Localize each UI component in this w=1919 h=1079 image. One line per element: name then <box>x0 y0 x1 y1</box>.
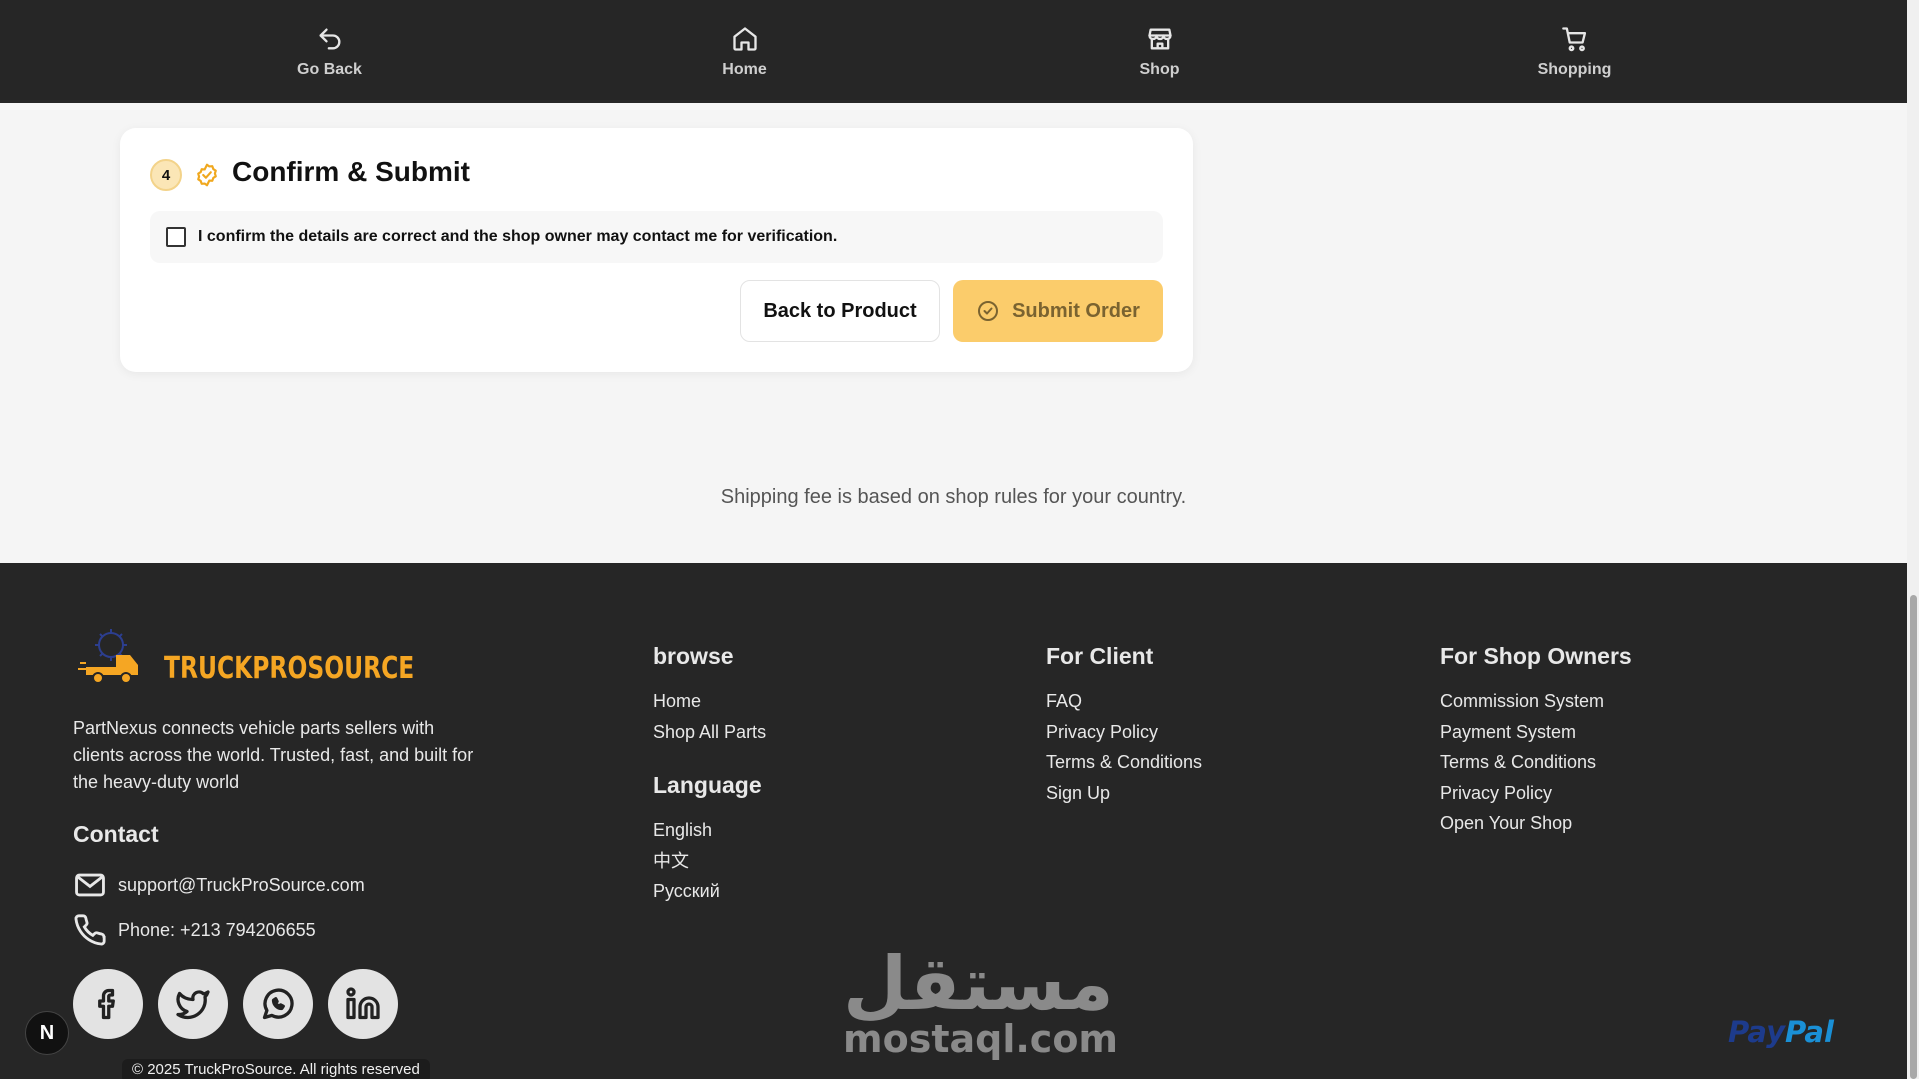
footer-link-open-shop[interactable]: Open Your Shop <box>1440 808 1604 839</box>
paypal-pal: Pal <box>1784 1015 1834 1049</box>
confirm-checkbox[interactable] <box>166 227 186 247</box>
footer-link-owner-terms[interactable]: Terms & Conditions <box>1440 747 1604 778</box>
twitter-button[interactable] <box>158 969 228 1039</box>
nav-label: Home <box>722 60 767 78</box>
dev-tools-badge[interactable]: N <box>25 1011 69 1055</box>
nav-shop[interactable]: Shop <box>952 0 1367 103</box>
whatsapp-button[interactable] <box>243 969 313 1039</box>
mail-icon <box>75 873 105 897</box>
card-title: Confirm & Submit <box>232 156 470 187</box>
language-heading: Language <box>653 772 762 798</box>
client-links: FAQ Privacy Policy Terms & Conditions Si… <box>1046 686 1202 808</box>
footer-link-shop-all-parts[interactable]: Shop All Parts <box>653 717 766 748</box>
mostaql-watermark: مستقل mostaql.com <box>843 941 1119 1061</box>
whatsapp-icon <box>262 988 294 1020</box>
language-links: English 中文 Русский <box>653 815 720 907</box>
social-links <box>73 969 398 1039</box>
watermark-arabic: مستقل <box>843 941 1114 1027</box>
owners-heading: For Shop Owners <box>1440 643 1632 669</box>
email-text: support@TruckProSource.com <box>118 874 365 895</box>
phone-text: Phone: +213 794206655 <box>118 919 316 940</box>
nav-label: Shopping <box>1537 60 1612 78</box>
paypal-logo: PayPal <box>1728 1015 1834 1049</box>
facebook-icon <box>98 988 115 1020</box>
contact-heading: Contact <box>73 821 159 847</box>
undo-arrow-icon <box>319 28 340 49</box>
browse-links: Home Shop All Parts <box>653 686 766 747</box>
linkedin-icon <box>346 987 380 1020</box>
confirm-label: I confirm the details are correct and th… <box>198 228 838 245</box>
submit-order-button[interactable]: Submit Order <box>953 280 1163 342</box>
facebook-button[interactable] <box>73 969 143 1039</box>
language-chinese[interactable]: 中文 <box>653 846 720 877</box>
home-icon <box>732 26 757 51</box>
watermark-latin: mostaql.com <box>843 1017 1119 1061</box>
confirm-row[interactable]: I confirm the details are correct and th… <box>150 211 1163 263</box>
owners-links: Commission System Payment System Terms &… <box>1440 686 1604 839</box>
language-russian[interactable]: Русский <box>653 876 720 907</box>
footer-link-terms[interactable]: Terms & Conditions <box>1046 747 1202 778</box>
submit-order-label: Submit Order <box>1012 299 1140 322</box>
step-number-badge: 4 <box>150 159 182 191</box>
check-circle-icon <box>197 163 217 187</box>
footer-link-sign-up[interactable]: Sign Up <box>1046 778 1202 809</box>
footer-link-owner-privacy[interactable]: Privacy Policy <box>1440 778 1604 809</box>
back-to-product-button[interactable]: Back to Product <box>740 280 940 342</box>
nav-go-back[interactable]: Go Back <box>122 0 537 103</box>
confirm-submit-card: 4 Confirm & Submit I confirm the details… <box>120 128 1193 372</box>
footer-link-privacy-policy[interactable]: Privacy Policy <box>1046 717 1202 748</box>
about-text: PartNexus connects vehicle parts sellers… <box>73 718 474 792</box>
scrollbar-thumb[interactable] <box>1910 595 1917 1079</box>
phone-icon <box>74 914 106 946</box>
brand-name: TRUCKPROSOURCE <box>164 651 415 686</box>
store-icon <box>1147 28 1172 49</box>
client-heading: For Client <box>1046 643 1154 669</box>
linkedin-button[interactable] <box>328 969 398 1039</box>
language-english[interactable]: English <box>653 815 720 846</box>
cart-icon <box>1561 26 1586 51</box>
footer-link-payment[interactable]: Payment System <box>1440 717 1604 748</box>
footer-link-faq[interactable]: FAQ <box>1046 686 1202 717</box>
footer-link-commission[interactable]: Commission System <box>1440 686 1604 717</box>
check-circle-icon <box>978 301 999 321</box>
copyright: © 2025 TruckProSource. All rights reserv… <box>122 1059 430 1079</box>
nav-home[interactable]: Home <box>537 0 952 103</box>
nav-shopping[interactable]: Shopping <box>1367 0 1782 103</box>
shipping-note: Shipping fee is based on shop rules for … <box>720 486 1187 508</box>
top-nav: Go Back Home Shop Shopping <box>0 0 1907 103</box>
paypal-pay: Pay <box>1728 1015 1785 1049</box>
phone-line[interactable]: Phone: +213 794206655 <box>73 913 316 947</box>
twitter-icon <box>176 990 210 1020</box>
nav-label: Go Back <box>297 60 362 78</box>
footer: TRUCKPROSOURCE PartNexus connects vehicl… <box>0 563 1907 1079</box>
nav-label: Shop <box>1139 60 1180 78</box>
email-line[interactable]: support@TruckProSource.com <box>73 868 365 902</box>
footer-link-home[interactable]: Home <box>653 686 766 717</box>
browse-heading: browse <box>653 643 734 669</box>
